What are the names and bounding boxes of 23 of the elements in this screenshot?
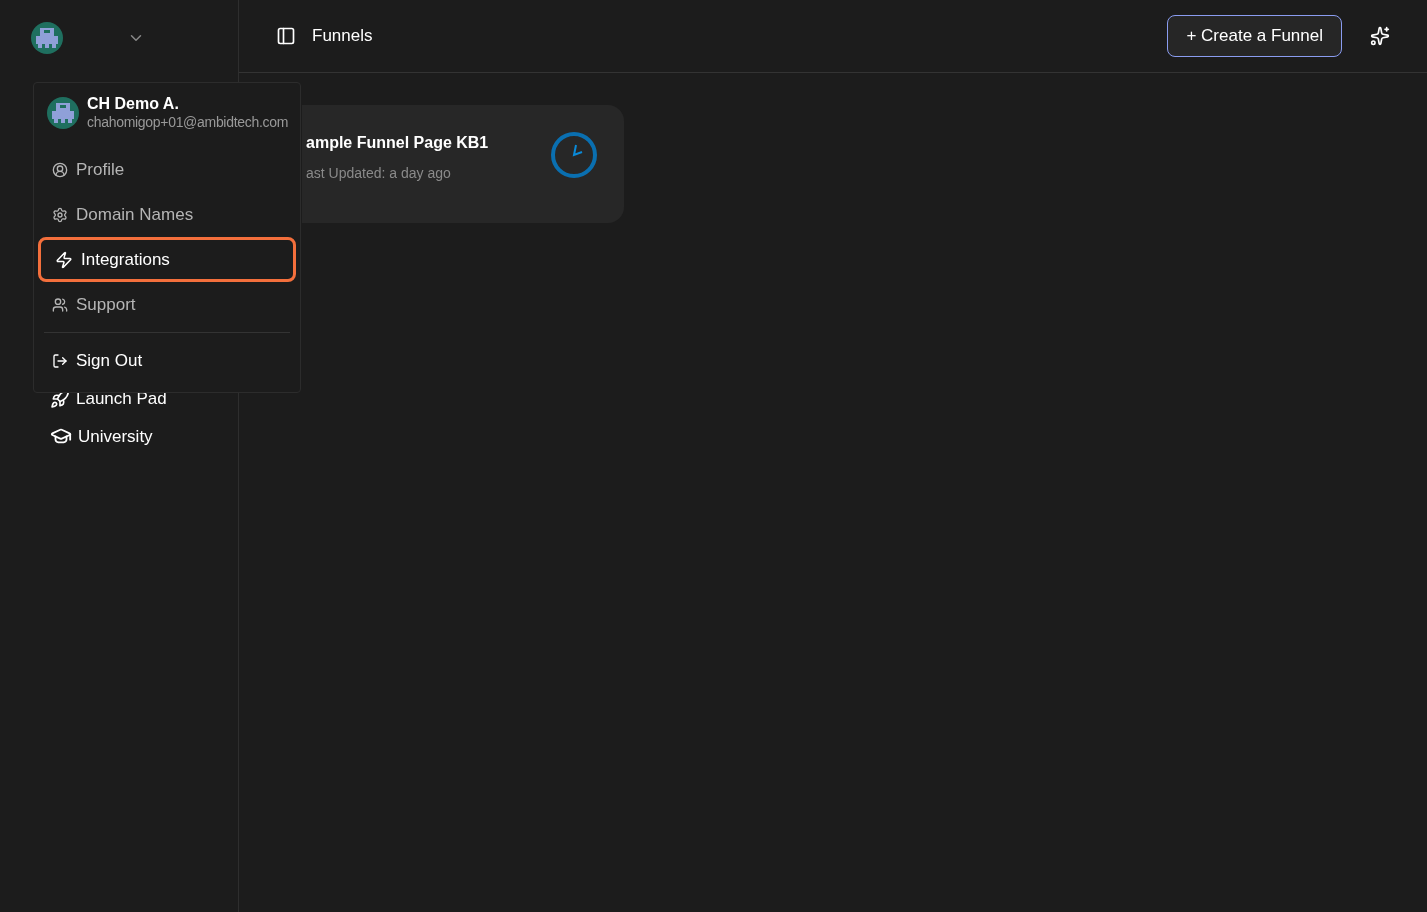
menu-item[interactable]: Domain Names <box>38 192 296 237</box>
menu-item[interactable]: Sign Out <box>38 338 296 383</box>
user-name: CH Demo A. <box>87 95 180 113</box>
page-title: Funnels <box>312 25 373 48</box>
menu-item[interactable]: Integrations <box>38 237 296 282</box>
menu-item[interactable]: Profile <box>38 147 296 192</box>
people-icon <box>52 296 68 313</box>
sign-out-icon <box>52 352 68 369</box>
sparkle-icon[interactable] <box>1370 26 1390 46</box>
gear-icon <box>52 206 68 223</box>
funnel-updated: ast Updated: a day ago <box>306 164 452 183</box>
avatar-icon <box>47 97 79 129</box>
user-icon <box>52 161 68 178</box>
funnel-card[interactable]: ample Funnel Page KB1 ast Updated: a day ago <box>302 105 624 223</box>
create-funnel-button[interactable]: + Create a Funnel <box>1167 15 1342 57</box>
sidebar-toggle-icon[interactable] <box>276 26 296 46</box>
sidebar-item[interactable]: University <box>50 423 238 449</box>
clock-icon <box>550 131 598 179</box>
funnel-title: ample Funnel Page KB1 <box>306 133 490 153</box>
avatar-icon <box>31 22 63 54</box>
user-email: chahomigop+01@ambidtech.com <box>87 113 289 131</box>
menu-item[interactable]: Support <box>38 282 296 327</box>
lightning-icon <box>55 250 73 269</box>
